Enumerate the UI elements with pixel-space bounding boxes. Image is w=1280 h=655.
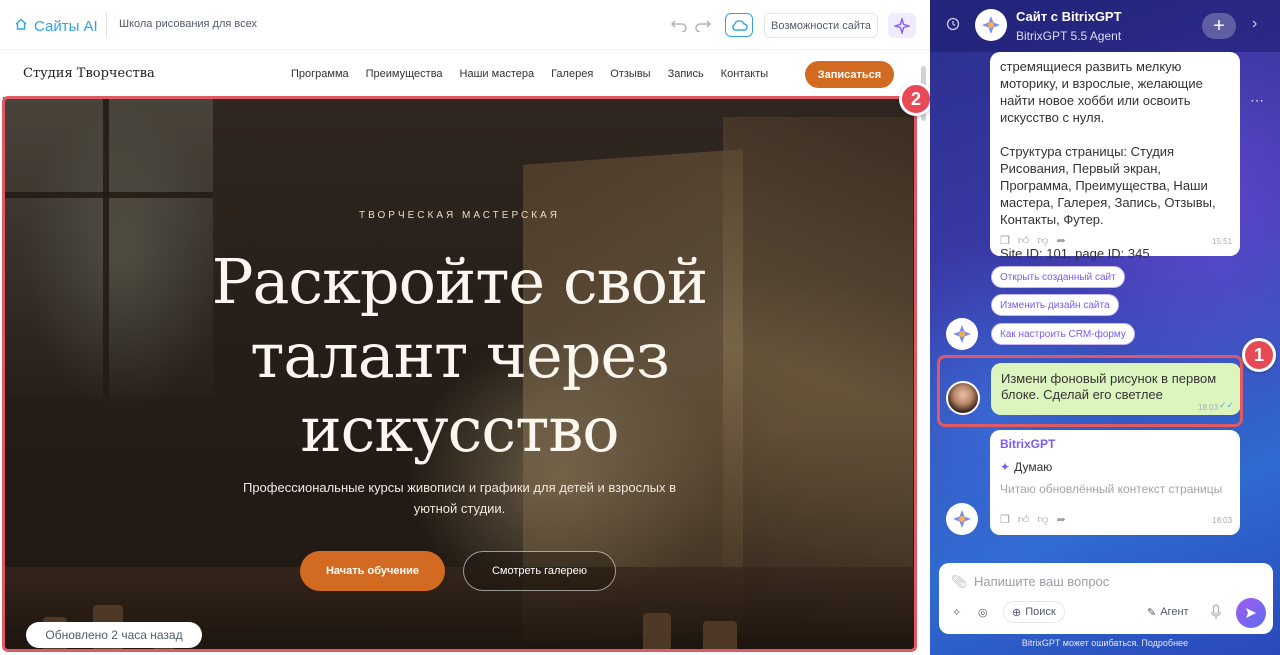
share-icon[interactable]: ➦	[1057, 513, 1066, 526]
message-actions: ❐ 👍︎ 👎︎ ➦	[1000, 513, 1066, 526]
start-learning-button[interactable]: Начать обучение	[300, 551, 445, 591]
search-toggle[interactable]: ⊕ Поиск	[1003, 601, 1065, 623]
nav-link-advantages[interactable]: Преимущества	[366, 68, 443, 80]
site-logo[interactable]: Студия Творчества	[23, 66, 155, 81]
bot-reply-author: BitrixGPT	[1000, 437, 1056, 451]
user-message-text: Измени фоновый рисунок в первом блоке. С…	[1001, 371, 1217, 402]
send-button[interactable]	[1236, 598, 1266, 628]
brand-link[interactable]: Сайты AI	[14, 15, 98, 37]
bitrixgpt-logo-icon	[953, 325, 971, 343]
message-ids: Site ID: 101, page ID: 345	[1000, 246, 1150, 261]
bot-reply-time: 18:03	[1212, 516, 1233, 525]
cloud-icon	[732, 20, 748, 31]
bot-message-card: стремящиеся развить мелкую моторику, и в…	[990, 52, 1240, 261]
sparkle-icon	[894, 17, 910, 34]
nav-link-masters[interactable]: Наши мастера	[460, 68, 535, 80]
user-avatar	[946, 381, 980, 415]
attach-icon[interactable]: 📎︎	[951, 574, 968, 590]
globe-icon: ⊕	[1012, 606, 1022, 619]
bitrixgpt-avatar	[946, 318, 978, 350]
hero-section[interactable]: ТВОРЧЕСКАЯ МАСТЕРСКАЯ Раскройте свой тал…	[3, 97, 916, 650]
hero-title-line: Раскройте свой	[211, 245, 708, 318]
nav-link-enroll[interactable]: Запись	[668, 68, 704, 80]
site-nav-links: Программа Преимущества Наши мастера Гале…	[291, 68, 785, 80]
nav-link-reviews[interactable]: Отзывы	[610, 68, 650, 80]
message-line: моторику, и взрослые, желающие	[1000, 76, 1203, 91]
message-line: стремящиеся развить мелкую	[1000, 59, 1182, 74]
ai-assistant-button[interactable]	[888, 13, 916, 38]
annotation-badge-2: 2	[899, 82, 933, 116]
chip-open-site[interactable]: Открыть созданный сайт	[991, 266, 1125, 288]
magic-tool-icon[interactable]: ✧	[952, 601, 961, 623]
dislike-icon[interactable]: 👎︎	[1037, 513, 1048, 526]
plus-icon: +	[1213, 14, 1225, 37]
agent-toggle[interactable]: ✎ Агент	[1147, 601, 1189, 623]
bitrixgpt-avatar	[975, 9, 1007, 41]
chip-crm-form[interactable]: Как настроить CRM-форму	[991, 323, 1135, 345]
chat-subtitle: BitrixGPT 5.5 Agent	[1016, 29, 1122, 43]
annotation-badge-1: 1	[1242, 338, 1276, 372]
target-tool-icon[interactable]: ◎	[978, 601, 988, 623]
nav-link-program[interactable]: Программа	[291, 68, 349, 80]
nav-link-gallery[interactable]: Галерея	[551, 68, 593, 80]
copy-icon[interactable]: ❐	[1000, 234, 1010, 247]
dislike-icon[interactable]: 👎︎	[1037, 234, 1048, 247]
breadcrumb: Школа рисования для всех	[119, 18, 258, 30]
send-icon	[1246, 608, 1256, 618]
toolbar-divider	[106, 12, 107, 38]
bot-reply-status: Думаю	[1014, 460, 1053, 474]
like-icon[interactable]: 👍︎	[1018, 234, 1030, 247]
chevron-right-icon[interactable]: ›	[1252, 15, 1257, 33]
hero-title: Раскройте свой талант через искусство	[3, 245, 916, 467]
chat-disclaimer[interactable]: BitrixGPT может ошибаться. Подробнее	[930, 638, 1280, 648]
message-actions: ❐ 👍︎ 👎︎ ➦	[1000, 234, 1066, 247]
more-options-icon[interactable]: ⋯	[1250, 92, 1264, 109]
site-editor: Сайты AI Школа рисования для всех Возмож…	[0, 0, 933, 655]
bot-reply-status-row: ✦ Думаю	[1000, 459, 1230, 476]
chip-edit-design[interactable]: Изменить дизайн сайта	[991, 294, 1119, 316]
chat-input[interactable]: Напишите ваш вопрос	[974, 574, 1109, 589]
microphone-icon[interactable]	[1210, 601, 1222, 623]
like-icon[interactable]: 👍︎	[1018, 513, 1030, 526]
read-check-icon: ✓✓	[1219, 400, 1235, 410]
site-capabilities-button[interactable]: Возможности сайта	[764, 13, 878, 38]
copy-icon[interactable]: ❐	[1000, 513, 1010, 526]
redo-icon[interactable]	[692, 14, 714, 36]
agent-toggle-label: Агент	[1160, 606, 1189, 618]
message-line: искусство с нуля.	[1000, 110, 1105, 125]
bot-reply-detail: Читаю обновлённый контекст страницы	[1000, 482, 1223, 496]
hero-title-line: искусство	[300, 393, 619, 466]
bitrixgpt-avatar	[946, 503, 978, 535]
site-navbar: Студия Творчества Программа Преимущества…	[0, 51, 918, 96]
nav-link-contacts[interactable]: Контакты	[721, 68, 769, 80]
editor-toolbar: Сайты AI Школа рисования для всех Возмож…	[0, 0, 930, 50]
message-time: 15:51	[1212, 237, 1233, 246]
brand-label: Сайты AI	[34, 17, 98, 35]
hero-kicker: ТВОРЧЕСКАЯ МАСТЕРСКАЯ	[359, 210, 560, 221]
app-window: Сайты AI Школа рисования для всех Возмож…	[0, 0, 1280, 655]
view-gallery-button[interactable]: Смотреть галерею	[463, 551, 616, 591]
undo-icon[interactable]	[668, 14, 690, 36]
bitrixgpt-logo-icon	[982, 16, 1000, 34]
search-toggle-label: Поиск	[1025, 606, 1056, 618]
editor-scrollbar[interactable]	[919, 51, 929, 655]
message-structure: Структура страницы: Студия Рисования, Пе…	[1000, 144, 1216, 227]
hero-title-line: талант через	[250, 319, 670, 392]
hero-subtitle: Профессиональные курсы живописи и график…	[242, 480, 677, 516]
updated-status-pill: Обновлено 2 часа назад	[26, 622, 202, 648]
home-icon	[14, 17, 28, 35]
chat-header: Сайт с BitrixGPT BitrixGPT 5.5 Agent + ›	[930, 0, 1280, 52]
history-icon[interactable]	[946, 17, 960, 34]
message-line: найти новое хобби или освоить	[1000, 93, 1191, 108]
chat-title: Сайт с BitrixGPT	[1016, 9, 1122, 24]
user-message-time: 18:03	[1198, 403, 1219, 412]
new-chat-button[interactable]: +	[1202, 13, 1236, 39]
agent-icon: ✎	[1147, 606, 1157, 619]
share-icon[interactable]: ➦	[1057, 234, 1066, 247]
thinking-sparkle-icon: ✦	[1000, 460, 1011, 474]
publish-cloud-button[interactable]	[725, 13, 753, 37]
bitrixgpt-logo-icon	[953, 510, 971, 528]
enroll-button[interactable]: Записаться	[805, 61, 894, 88]
